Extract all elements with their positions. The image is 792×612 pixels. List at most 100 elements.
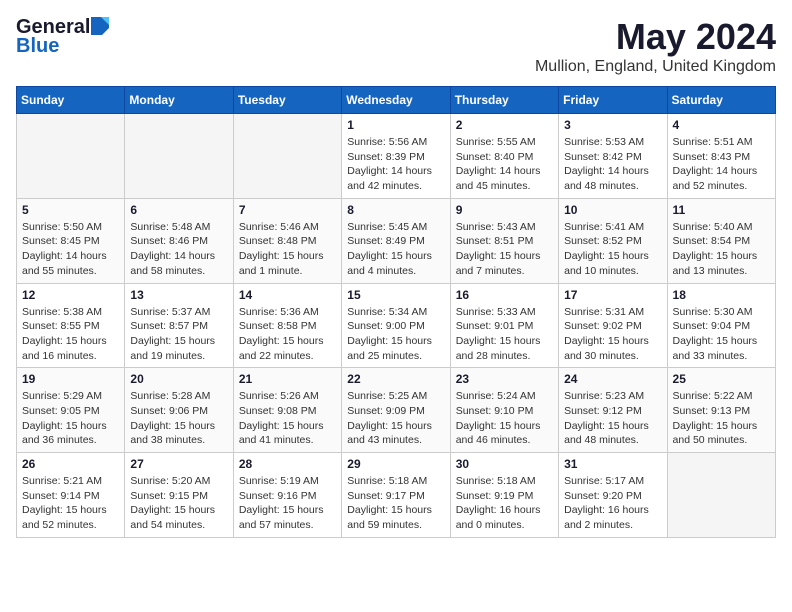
calendar-header-row: SundayMondayTuesdayWednesdayThursdayFrid… xyxy=(17,87,776,114)
calendar-day: 13 Sunrise: 5:37 AMSunset: 8:57 PMDayligh… xyxy=(125,283,233,368)
day-info: Sunrise: 5:21 AMSunset: 9:14 PMDaylight:… xyxy=(22,474,119,533)
calendar-day: 20Sunrise: 5:28 AMSunset: 9:06 PMDayligh… xyxy=(125,368,233,453)
day-info: Sunrise: 5:37 AMSunset: 8:57 PMDaylight:… xyxy=(130,305,227,364)
day-number: 13 xyxy=(130,288,227,302)
calendar-day: 3Sunrise: 5:53 AMSunset: 8:42 PMDaylight… xyxy=(559,114,667,199)
calendar-day: 23 Sunrise: 5:24 AMSunset: 9:10 PMDayligh… xyxy=(450,368,558,453)
day-number: 23 xyxy=(456,372,553,386)
calendar-day: 7Sunrise: 5:46 AMSunset: 8:48 PMDaylight… xyxy=(233,198,341,283)
calendar-table: SundayMondayTuesdayWednesdayThursdayFrid… xyxy=(16,86,776,538)
day-header-wednesday: Wednesday xyxy=(342,87,450,114)
day-number: 25 xyxy=(673,372,770,386)
calendar-day: 24 Sunrise: 5:23 AMSunset: 9:12 PMDayligh… xyxy=(559,368,667,453)
calendar-week-5: 26 Sunrise: 5:21 AMSunset: 9:14 PMDayligh… xyxy=(17,453,776,538)
day-info: Sunrise: 5:28 AMSunset: 9:06 PMDaylight:… xyxy=(130,389,227,448)
day-number: 5 xyxy=(22,203,119,217)
calendar-day xyxy=(17,114,125,199)
calendar-week-1: 1Sunrise: 5:56 AMSunset: 8:39 PMDaylight… xyxy=(17,114,776,199)
day-info: Sunrise: 5:17 AMSunset: 9:20 PMDaylight:… xyxy=(564,474,661,533)
calendar-day: 11 Sunrise: 5:40 AMSunset: 8:54 PMDayligh… xyxy=(667,198,775,283)
title-block: May 2024 Mullion, England, United Kingdo… xyxy=(535,16,776,76)
day-info: Sunrise: 5:24 AMSunset: 9:10 PMDaylight:… xyxy=(456,389,553,448)
calendar-day: 1Sunrise: 5:56 AMSunset: 8:39 PMDaylight… xyxy=(342,114,450,199)
calendar-day: 25 Sunrise: 5:22 AMSunset: 9:13 PMDayligh… xyxy=(667,368,775,453)
calendar-day: 12Sunrise: 5:38 AMSunset: 8:55 PMDayligh… xyxy=(17,283,125,368)
day-number: 26 xyxy=(22,457,119,471)
day-number: 8 xyxy=(347,203,444,217)
day-info: Sunrise: 5:48 AMSunset: 8:46 PMDaylight:… xyxy=(130,220,227,279)
calendar-day: 26 Sunrise: 5:21 AMSunset: 9:14 PMDayligh… xyxy=(17,453,125,538)
day-info: Sunrise: 5:36 AMSunset: 8:58 PMDaylight:… xyxy=(239,305,336,364)
location: Mullion, England, United Kingdom xyxy=(535,58,776,76)
day-number: 18 xyxy=(673,288,770,302)
calendar-day: 6 Sunrise: 5:48 AMSunset: 8:46 PMDaylight… xyxy=(125,198,233,283)
day-number: 3 xyxy=(564,118,661,132)
month-title: May 2024 xyxy=(535,16,776,58)
day-number: 17 xyxy=(564,288,661,302)
day-info: Sunrise: 5:43 AMSunset: 8:51 PMDaylight:… xyxy=(456,220,553,279)
day-info: Sunrise: 5:20 AMSunset: 9:15 PMDaylight:… xyxy=(130,474,227,533)
calendar-day: 27 Sunrise: 5:20 AMSunset: 9:15 PMDayligh… xyxy=(125,453,233,538)
calendar-day: 9Sunrise: 5:43 AMSunset: 8:51 PMDaylight… xyxy=(450,198,558,283)
calendar-day: 10 Sunrise: 5:41 AMSunset: 8:52 PMDayligh… xyxy=(559,198,667,283)
day-number: 27 xyxy=(130,457,227,471)
day-info: Sunrise: 5:41 AMSunset: 8:52 PMDaylight:… xyxy=(564,220,661,279)
day-info: Sunrise: 5:40 AMSunset: 8:54 PMDaylight:… xyxy=(673,220,770,279)
day-info: Sunrise: 5:23 AMSunset: 9:12 PMDaylight:… xyxy=(564,389,661,448)
calendar-day: 17 Sunrise: 5:31 AMSunset: 9:02 PMDayligh… xyxy=(559,283,667,368)
calendar-day xyxy=(233,114,341,199)
calendar-day: 15 Sunrise: 5:34 AMSunset: 9:00 PMDayligh… xyxy=(342,283,450,368)
calendar-day xyxy=(125,114,233,199)
day-header-tuesday: Tuesday xyxy=(233,87,341,114)
day-info: Sunrise: 5:19 AMSunset: 9:16 PMDaylight:… xyxy=(239,474,336,533)
page-header: General Blue May 2024 Mullion, England, … xyxy=(16,16,776,76)
day-info: Sunrise: 5:33 AMSunset: 9:01 PMDaylight:… xyxy=(456,305,553,364)
day-info: Sunrise: 5:18 AMSunset: 9:17 PMDaylight:… xyxy=(347,474,444,533)
day-number: 6 xyxy=(130,203,227,217)
logo-blue-text: Blue xyxy=(16,35,59,58)
day-header-saturday: Saturday xyxy=(667,87,775,114)
calendar-week-4: 19 Sunrise: 5:29 AMSunset: 9:05 PMDayligh… xyxy=(17,368,776,453)
calendar-day: 4 Sunrise: 5:51 AMSunset: 8:43 PMDaylight… xyxy=(667,114,775,199)
calendar-week-2: 5 Sunrise: 5:50 AMSunset: 8:45 PMDaylight… xyxy=(17,198,776,283)
day-number: 14 xyxy=(239,288,336,302)
day-info: Sunrise: 5:29 AMSunset: 9:05 PMDaylight:… xyxy=(22,389,119,448)
day-number: 31 xyxy=(564,457,661,471)
day-info: Sunrise: 5:25 AMSunset: 9:09 PMDaylight:… xyxy=(347,389,444,448)
day-number: 10 xyxy=(564,203,661,217)
day-number: 22 xyxy=(347,372,444,386)
day-number: 19 xyxy=(22,372,119,386)
day-info: Sunrise: 5:50 AMSunset: 8:45 PMDaylight:… xyxy=(22,220,119,279)
day-number: 30 xyxy=(456,457,553,471)
day-info: Sunrise: 5:38 AMSunset: 8:55 PMDaylight:… xyxy=(22,305,119,364)
calendar-day: 14 Sunrise: 5:36 AMSunset: 8:58 PMDayligh… xyxy=(233,283,341,368)
calendar-week-3: 12Sunrise: 5:38 AMSunset: 8:55 PMDayligh… xyxy=(17,283,776,368)
day-header-sunday: Sunday xyxy=(17,87,125,114)
day-info: Sunrise: 5:51 AMSunset: 8:43 PMDaylight:… xyxy=(673,135,770,194)
day-number: 28 xyxy=(239,457,336,471)
day-number: 29 xyxy=(347,457,444,471)
day-number: 24 xyxy=(564,372,661,386)
calendar-day: 8 Sunrise: 5:45 AMSunset: 8:49 PMDaylight… xyxy=(342,198,450,283)
day-number: 11 xyxy=(673,203,770,217)
day-number: 4 xyxy=(673,118,770,132)
day-info: Sunrise: 5:26 AMSunset: 9:08 PMDaylight:… xyxy=(239,389,336,448)
day-info: Sunrise: 5:22 AMSunset: 9:13 PMDaylight:… xyxy=(673,389,770,448)
calendar-day: 29 Sunrise: 5:18 AMSunset: 9:17 PMDayligh… xyxy=(342,453,450,538)
calendar-day: 30Sunrise: 5:18 AMSunset: 9:19 PMDayligh… xyxy=(450,453,558,538)
calendar-day: 19 Sunrise: 5:29 AMSunset: 9:05 PMDayligh… xyxy=(17,368,125,453)
day-header-friday: Friday xyxy=(559,87,667,114)
day-header-thursday: Thursday xyxy=(450,87,558,114)
day-number: 15 xyxy=(347,288,444,302)
day-info: Sunrise: 5:45 AMSunset: 8:49 PMDaylight:… xyxy=(347,220,444,279)
day-info: Sunrise: 5:34 AMSunset: 9:00 PMDaylight:… xyxy=(347,305,444,364)
calendar-day: 31 Sunrise: 5:17 AMSunset: 9:20 PMDayligh… xyxy=(559,453,667,538)
day-info: Sunrise: 5:46 AMSunset: 8:48 PMDaylight:… xyxy=(239,220,336,279)
logo-icon xyxy=(91,17,109,35)
day-number: 1 xyxy=(347,118,444,132)
calendar-day: 21 Sunrise: 5:26 AMSunset: 9:08 PMDayligh… xyxy=(233,368,341,453)
calendar-day: 16 Sunrise: 5:33 AMSunset: 9:01 PMDayligh… xyxy=(450,283,558,368)
day-number: 16 xyxy=(456,288,553,302)
day-info: Sunrise: 5:31 AMSunset: 9:02 PMDaylight:… xyxy=(564,305,661,364)
day-number: 21 xyxy=(239,372,336,386)
